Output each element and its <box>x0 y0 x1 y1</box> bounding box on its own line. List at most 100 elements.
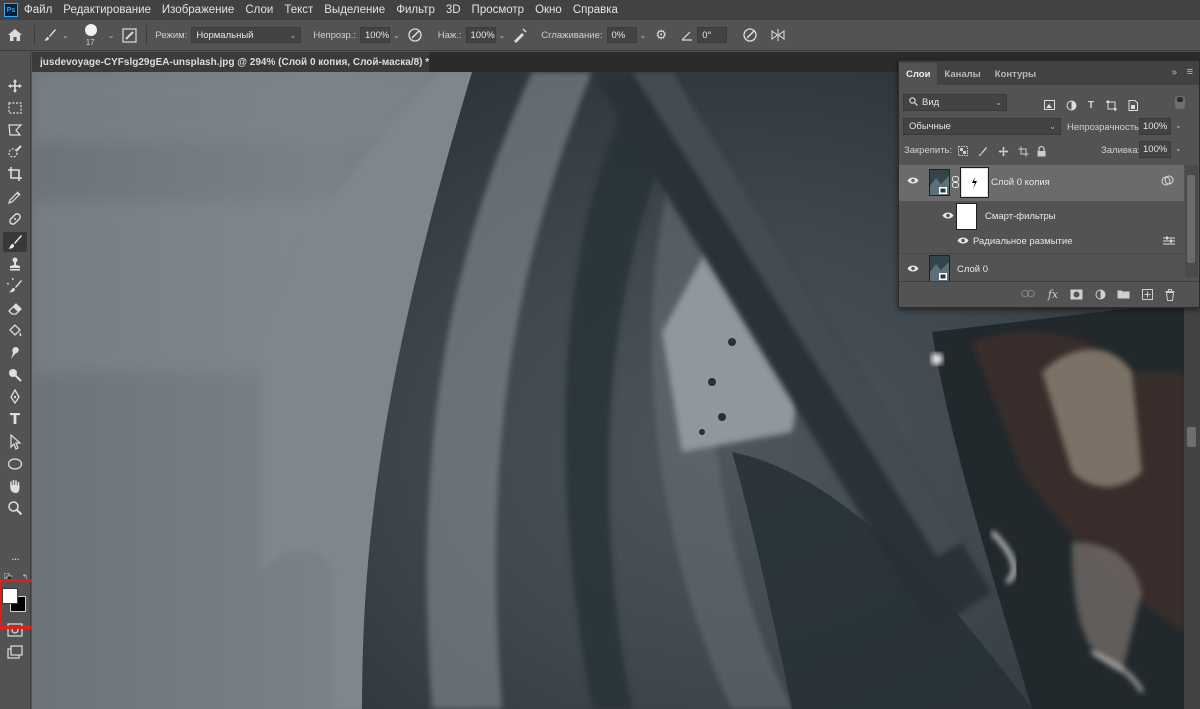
layer-opacity-input[interactable]: 100% <box>1139 118 1171 135</box>
menu-window[interactable]: Окно <box>535 4 562 16</box>
brush-size-caret-icon[interactable]: ⌄ <box>108 31 115 40</box>
ellipse-tool-icon[interactable] <box>3 454 27 474</box>
dodge-tool-icon[interactable] <box>3 365 27 385</box>
layer-row-selected[interactable]: Слой 0 копия <box>899 165 1184 201</box>
menu-layers[interactable]: Слои <box>245 4 273 16</box>
flow-input[interactable]: 100% <box>465 27 496 43</box>
smoothing-input[interactable]: 0% <box>606 27 637 43</box>
visibility-eye-icon[interactable] <box>942 211 954 223</box>
pen-tool-icon[interactable] <box>3 387 27 407</box>
new-group-icon[interactable] <box>1116 289 1130 302</box>
lock-all-icon[interactable] <box>1035 145 1047 157</box>
add-mask-icon[interactable] <box>1069 289 1083 303</box>
lock-transparency-icon[interactable] <box>957 145 969 157</box>
menu-view[interactable]: Просмотр <box>472 4 525 16</box>
layer-filter-select[interactable]: Вид ⌄ <box>903 94 1007 111</box>
menu-3d[interactable]: 3D <box>446 4 461 16</box>
smoothing-gear-icon[interactable]: ⚙ <box>652 27 670 43</box>
filter-pixel-icon[interactable] <box>1043 99 1055 111</box>
eyedropper-tool-icon[interactable] <box>3 187 27 207</box>
tab-paths[interactable]: Контуры <box>988 63 1043 85</box>
adjustment-layer-icon[interactable] <box>1093 289 1107 303</box>
home-icon[interactable] <box>0 28 30 42</box>
menu-file[interactable]: Файл <box>24 4 52 16</box>
filter-shape-icon[interactable] <box>1105 99 1117 111</box>
lock-position-icon[interactable] <box>997 145 1009 157</box>
opacity-caret-icon[interactable]: ⌄ <box>393 31 400 40</box>
filter-name[interactable]: Радиальное размытие <box>973 236 1073 247</box>
brush-preset-caret-icon[interactable]: ⌄ <box>62 31 69 40</box>
smart-filters-row[interactable]: Смарт-фильтры <box>899 202 1184 231</box>
smoothing-caret-icon[interactable]: ⌄ <box>640 31 647 40</box>
brush-tool-icon[interactable] <box>3 232 27 252</box>
visibility-eye-icon[interactable] <box>907 176 919 188</box>
brush-size-picker[interactable]: 17 <box>81 21 105 49</box>
healing-brush-tool-icon[interactable] <box>3 209 27 229</box>
move-tool-icon[interactable] <box>3 76 27 96</box>
history-brush-tool-icon[interactable] <box>3 276 27 296</box>
stamp-tool-icon[interactable] <box>3 254 27 274</box>
panel-menu-icon[interactable]: ≡ <box>1187 66 1193 78</box>
menu-filter[interactable]: Фильтр <box>396 4 435 16</box>
layer-mask-thumbnail[interactable] <box>960 167 989 198</box>
layer-row[interactable]: Слой 0 <box>899 253 1184 283</box>
pressure-opacity-icon[interactable] <box>406 27 424 43</box>
filter-type-icon[interactable]: T <box>1085 99 1097 111</box>
foreground-color-swatch[interactable] <box>2 588 18 604</box>
filter-toggle-switch[interactable] <box>1175 96 1185 109</box>
smart-filter-mask-thumbnail[interactable] <box>956 203 977 230</box>
crop-tool-icon[interactable] <box>3 164 27 184</box>
quick-select-tool-icon[interactable] <box>3 142 27 162</box>
menu-type[interactable]: Текст <box>284 4 313 16</box>
delete-layer-icon[interactable] <box>1163 289 1177 304</box>
menu-edit[interactable]: Редактирование <box>63 4 151 16</box>
menu-select[interactable]: Выделение <box>324 4 385 16</box>
screen-mode-icon[interactable] <box>3 642 27 662</box>
blend-mode-select[interactable]: Обычные ⌄ <box>903 118 1061 135</box>
tab-channels[interactable]: Каналы <box>937 63 987 85</box>
paint-bucket-tool-icon[interactable] <box>3 321 27 341</box>
layer-name[interactable]: Слой 0 <box>957 264 988 275</box>
opacity-caret-icon[interactable]: ⌄ <box>1175 121 1182 130</box>
lock-pixels-icon[interactable] <box>977 145 989 157</box>
mask-link-icon[interactable] <box>952 176 959 190</box>
fx-icon[interactable]: fx <box>1046 288 1060 301</box>
more-tools-icon[interactable]: ··· <box>3 549 27 569</box>
symmetry-icon[interactable] <box>769 27 787 43</box>
fill-input[interactable]: 100% <box>1139 141 1171 158</box>
visibility-eye-icon[interactable] <box>957 236 969 248</box>
opacity-input[interactable]: 100% <box>360 27 391 43</box>
lasso-tool-icon[interactable] <box>3 120 27 140</box>
tab-layers[interactable]: Слои <box>899 63 938 85</box>
lock-artboard-icon[interactable] <box>1017 145 1029 157</box>
brush-settings-icon[interactable] <box>120 27 138 43</box>
scrollbar-thumb[interactable] <box>1187 175 1195 263</box>
swap-colors-icon[interactable]: ↰ <box>22 573 28 581</box>
brush-icon[interactable] <box>41 28 59 42</box>
new-layer-icon[interactable] <box>1140 289 1154 303</box>
eraser-tool-icon[interactable] <box>3 298 27 318</box>
mode-select[interactable]: Нормальный ⌄ <box>191 27 302 43</box>
filter-options-icon[interactable] <box>1163 236 1175 249</box>
fill-caret-icon[interactable]: ⌄ <box>1175 144 1182 153</box>
path-select-tool-icon[interactable] <box>3 432 27 452</box>
document-tab[interactable]: jusdevoyage-CYFslg29gEA-unsplash.jpg @ 2… <box>32 52 448 72</box>
collapse-panel-icon[interactable]: » <box>1171 67 1177 78</box>
menu-help[interactable]: Справка <box>573 4 618 16</box>
marquee-tool-icon[interactable] <box>3 98 27 118</box>
smudge-tool-icon[interactable] <box>3 343 27 363</box>
pressure-size-icon[interactable] <box>741 27 759 43</box>
zoom-tool-icon[interactable] <box>3 498 27 518</box>
type-tool-icon[interactable]: T <box>3 409 27 429</box>
flow-caret-icon[interactable]: ⌄ <box>499 31 506 40</box>
filter-adjustment-icon[interactable] <box>1065 99 1077 111</box>
layer-name[interactable]: Слой 0 копия <box>991 177 1050 188</box>
default-colors-icon[interactable] <box>3 572 13 582</box>
layers-scrollbar[interactable] <box>1185 165 1198 277</box>
filter-row[interactable]: Радиальное размытие <box>899 231 1184 251</box>
menu-image[interactable]: Изображение <box>162 4 234 16</box>
link-layers-icon[interactable] <box>1021 289 1035 301</box>
angle-input[interactable]: 0° <box>697 27 728 43</box>
airbrush-icon[interactable] <box>511 27 529 43</box>
hand-tool-icon[interactable] <box>3 476 27 496</box>
